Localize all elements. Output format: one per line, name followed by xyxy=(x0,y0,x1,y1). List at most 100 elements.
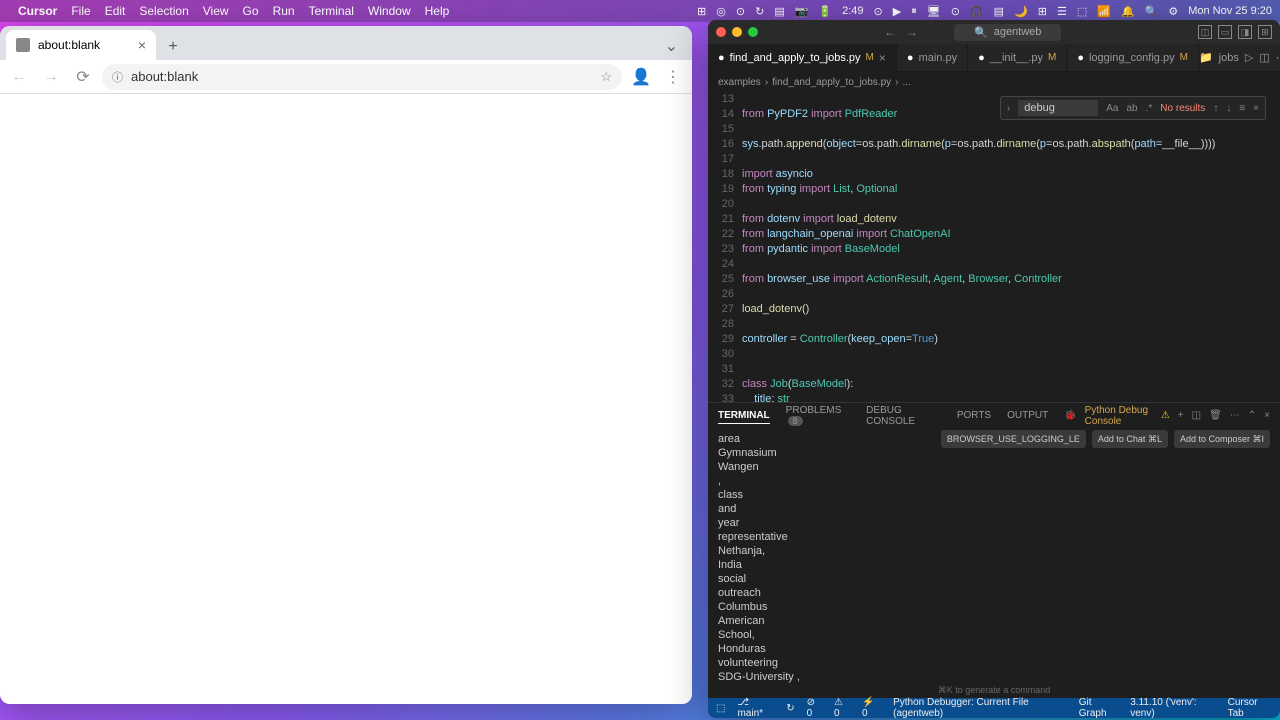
debugger-config[interactable]: Python Debugger: Current File (agentweb) xyxy=(893,697,1067,718)
tray-icon[interactable]: 📶 xyxy=(1097,5,1111,18)
menu-help[interactable]: Help xyxy=(425,4,450,18)
tray-icon[interactable]: 🎧 xyxy=(970,5,984,18)
env-var-pill[interactable]: BROWSER_USE_LOGGING_LE xyxy=(941,430,1086,448)
maximize-window-button[interactable] xyxy=(748,27,758,37)
errors-count[interactable]: ⊘ 0 xyxy=(807,697,822,718)
next-match-icon[interactable]: ↓ xyxy=(1226,103,1231,114)
menu-terminal[interactable]: Terminal xyxy=(309,4,354,18)
back-button[interactable]: ← xyxy=(6,64,32,90)
find-input[interactable] xyxy=(1018,100,1098,116)
datetime[interactable]: Mon Nov 25 9:20 xyxy=(1188,5,1272,17)
more-icon[interactable]: ⋯ xyxy=(1230,410,1240,421)
split-icon[interactable]: ◫ xyxy=(1259,51,1269,64)
terminal[interactable]: BROWSER_USE_LOGGING_LE Add to Chat ⌘L Ad… xyxy=(708,428,1280,683)
layout-icon[interactable]: ⊞ xyxy=(1258,25,1272,39)
close-tab-icon[interactable]: × xyxy=(138,37,146,53)
reload-button[interactable]: ⟳ xyxy=(70,64,96,90)
close-window-button[interactable] xyxy=(716,27,726,37)
code-editor[interactable]: 1314151617181920212223242526272829303132… xyxy=(708,92,1280,402)
command-search[interactable]: 🔍 agentweb xyxy=(954,24,1061,41)
tray-icon[interactable]: ▤ xyxy=(994,5,1004,18)
menu-window[interactable]: Window xyxy=(368,4,411,18)
cursor-tab[interactable]: Cursor Tab xyxy=(1228,697,1272,718)
close-tab-icon[interactable]: × xyxy=(879,51,886,65)
tray-icon[interactable]: ☰ xyxy=(1057,5,1067,18)
tab-terminal[interactable]: TERMINAL xyxy=(718,408,770,424)
tab-problems[interactable]: PROBLEMS 8 xyxy=(786,403,851,429)
tray-icon[interactable]: 🔔 xyxy=(1121,5,1135,18)
layout-icon[interactable]: ▭ xyxy=(1218,25,1232,39)
regex-icon[interactable]: .* xyxy=(1146,103,1153,114)
warnings-count[interactable]: ⚠ 0 xyxy=(834,697,850,718)
menu-view[interactable]: View xyxy=(203,4,229,18)
nav-forward-icon[interactable]: → xyxy=(906,25,918,39)
tab-ports[interactable]: PORTS xyxy=(957,408,991,423)
kill-terminal-icon[interactable]: 🗑 xyxy=(1209,410,1222,421)
control-center-icon[interactable]: ⚙ xyxy=(1168,5,1178,18)
tray-icon[interactable]: ⬚ xyxy=(1077,5,1087,18)
breadcrumb[interactable]: examples › find_and_apply_to_jobs.py › .… xyxy=(708,72,1280,92)
match-case-icon[interactable]: Aa xyxy=(1106,103,1118,114)
menu-icon[interactable]: ⋮ xyxy=(660,64,686,90)
code-content[interactable]: from PyPDF2 import PdfReader sys.path.ap… xyxy=(742,92,1280,402)
prev-match-icon[interactable]: ↑ xyxy=(1213,103,1218,114)
tray-icon[interactable]: ⊙ xyxy=(951,5,960,18)
tray-icon[interactable]: 🖥 xyxy=(927,5,941,18)
menu-edit[interactable]: Edit xyxy=(105,4,126,18)
tray-icon[interactable]: 📷 xyxy=(795,5,809,18)
profile-icon[interactable]: 👤 xyxy=(628,64,654,90)
tray-icon[interactable]: ◎ xyxy=(716,5,726,18)
menu-file[interactable]: File xyxy=(71,4,90,18)
remote-icon[interactable]: ⬚ xyxy=(716,703,725,714)
tray-icon[interactable]: ▤ xyxy=(774,5,784,18)
tab-output[interactable]: OUTPUT xyxy=(1007,408,1048,423)
layout-icon[interactable]: ◫ xyxy=(1198,25,1212,39)
debug-console-label[interactable]: Python Debug Console xyxy=(1085,405,1153,427)
tray-icon[interactable]: ▶ xyxy=(893,5,901,18)
tray-icon[interactable]: ⊞ xyxy=(1038,5,1047,18)
maximize-panel-icon[interactable]: ⌃ xyxy=(1248,410,1256,421)
python-interpreter[interactable]: 3.11.10 ('venv': venv) xyxy=(1130,697,1215,718)
file-tab[interactable]: ● __init__.py M xyxy=(968,44,1067,71)
app-name[interactable]: Cursor xyxy=(18,4,57,18)
menu-selection[interactable]: Selection xyxy=(139,4,188,18)
add-chat-button[interactable]: Add to Chat ⌘L xyxy=(1092,430,1168,448)
find-toggle-icon[interactable]: › xyxy=(1007,103,1010,114)
split-terminal-icon[interactable]: ◫ xyxy=(1192,410,1201,421)
bookmark-icon[interactable]: ☆ xyxy=(600,69,612,85)
tray-icon[interactable]: ⊙ xyxy=(874,5,883,18)
menu-run[interactable]: Run xyxy=(273,4,295,18)
tray-icon[interactable]: ⏸ xyxy=(911,5,917,18)
forward-button[interactable]: → xyxy=(38,64,64,90)
menu-go[interactable]: Go xyxy=(243,4,259,18)
sync-icon[interactable]: ↻ xyxy=(786,703,794,714)
other-count[interactable]: ⚡ 0 xyxy=(862,697,881,718)
new-terminal-icon[interactable]: + xyxy=(1178,410,1184,421)
nav-back-icon[interactable]: ← xyxy=(884,25,896,39)
tray-icon[interactable]: ⊙ xyxy=(736,5,745,18)
file-tab[interactable]: ● logging_config.py M xyxy=(1067,44,1199,71)
more-icon[interactable]: ⋯ xyxy=(1276,51,1280,64)
url-input[interactable]: ⓘ about:blank ☆ xyxy=(102,64,622,90)
tray-icon[interactable]: 🔍 xyxy=(1145,5,1159,18)
find-in-selection-icon[interactable]: ≡ xyxy=(1239,103,1245,114)
browser-tab[interactable]: about:blank × xyxy=(6,30,156,60)
close-panel-icon[interactable]: × xyxy=(1264,410,1270,421)
site-info-icon[interactable]: ⓘ xyxy=(112,69,123,85)
file-tab[interactable]: ● main.py xyxy=(897,44,968,71)
folder-icon[interactable]: 📁 xyxy=(1199,51,1213,64)
layout-icon[interactable]: ◨ xyxy=(1238,25,1252,39)
add-composer-button[interactable]: Add to Composer ⌘I xyxy=(1174,430,1270,448)
tray-icon[interactable]: 🔋 xyxy=(818,5,832,18)
minimize-window-button[interactable] xyxy=(732,27,742,37)
whole-word-icon[interactable]: ab xyxy=(1127,103,1138,114)
battery-time[interactable]: 2:49 xyxy=(842,5,863,17)
tab-debug-console[interactable]: DEBUG CONSOLE xyxy=(866,403,941,429)
git-branch[interactable]: ⎇ main* xyxy=(737,697,774,718)
tray-icon[interactable]: ⊞ xyxy=(697,5,706,18)
tray-icon[interactable]: ↻ xyxy=(755,5,764,18)
jobs-label[interactable]: jobs xyxy=(1219,52,1239,64)
file-tab[interactable]: ● find_and_apply_to_jobs.py M × xyxy=(708,44,897,71)
tray-icon[interactable]: 🌙 xyxy=(1014,5,1028,18)
git-graph[interactable]: Git Graph xyxy=(1079,697,1119,718)
